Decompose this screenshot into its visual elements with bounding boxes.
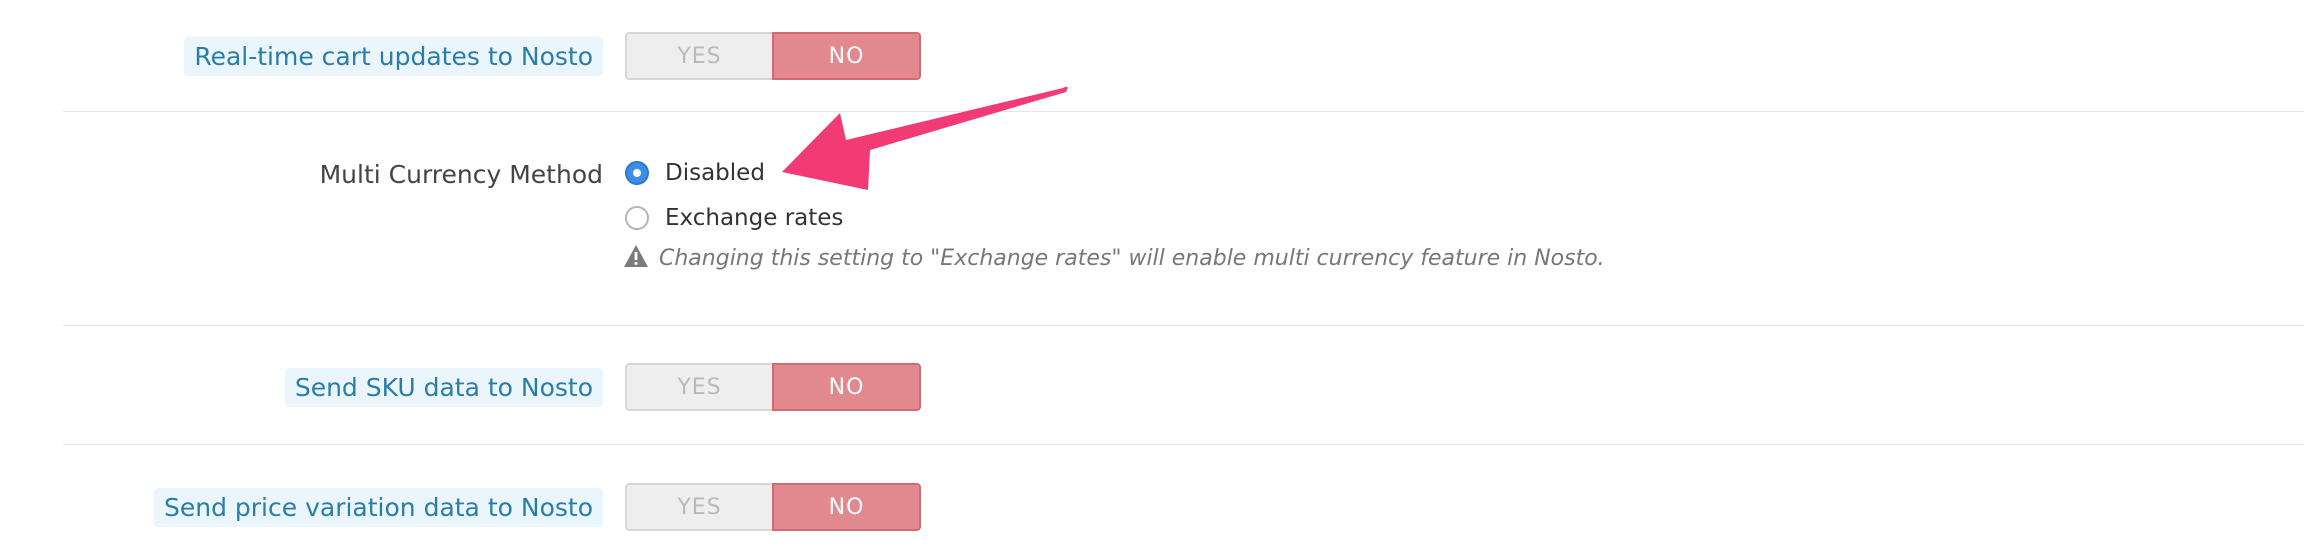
warning-triangle-icon (623, 244, 649, 273)
realtime-cart-no-button[interactable]: NO (772, 32, 921, 80)
radio-option-exchange-rates[interactable]: Exchange rates (625, 205, 843, 231)
send-sku-yes-button[interactable]: YES (625, 363, 772, 411)
send-sku-no-button[interactable]: NO (772, 363, 921, 411)
realtime-cart-label: Real-time cart updates to Nosto (184, 37, 603, 76)
pointer-arrow-icon (782, 86, 1068, 190)
send-price-variation-label: Send price variation data to Nosto (154, 488, 603, 527)
send-price-variation-switch: YES NO (625, 483, 921, 531)
radio-disabled[interactable] (625, 161, 649, 185)
divider (63, 325, 2304, 326)
radio-option-disabled[interactable]: Disabled (625, 160, 765, 186)
radio-exchange-rates-label: Exchange rates (665, 205, 844, 231)
send-price-variation-no-button[interactable]: NO (772, 483, 921, 531)
send-sku-switch: YES NO (625, 363, 921, 411)
send-sku-label: Send SKU data to Nosto (284, 368, 603, 407)
realtime-cart-yes-button[interactable]: YES (625, 32, 772, 80)
realtime-cart-switch: YES NO (625, 32, 921, 80)
multi-currency-help: Changing this setting to "Exchange rates… (623, 244, 1605, 273)
divider (63, 111, 2304, 112)
multi-currency-label: Multi Currency Method (319, 160, 603, 189)
radio-disabled-label: Disabled (665, 160, 765, 186)
send-price-variation-yes-button[interactable]: YES (625, 483, 772, 531)
radio-exchange-rates[interactable] (625, 206, 649, 230)
help-text: Changing this setting to "Exchange rates… (659, 246, 1605, 271)
divider (63, 444, 2304, 445)
